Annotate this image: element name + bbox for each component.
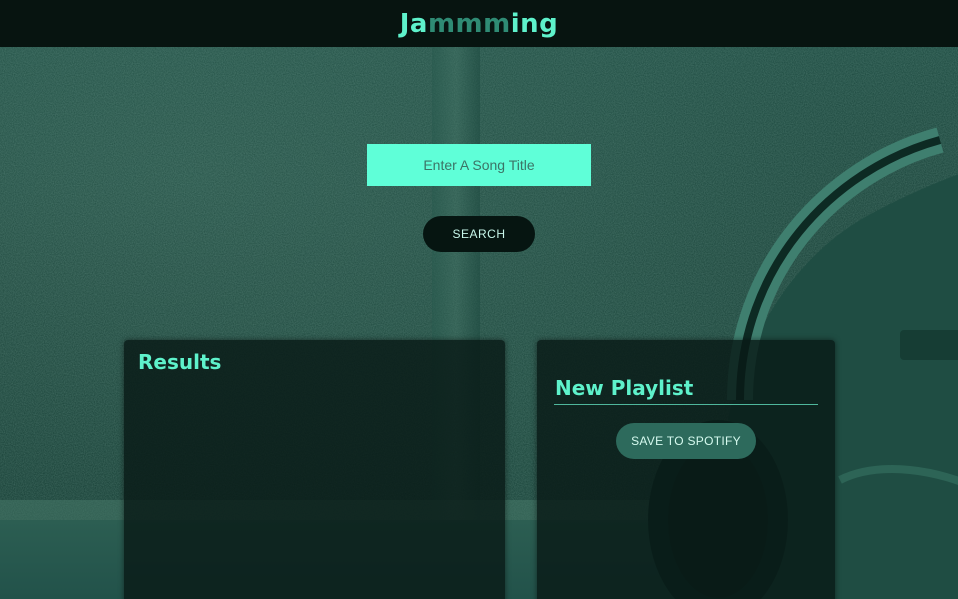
app-window: Jammming SEARCH Results New Playlist SAV… (0, 0, 958, 599)
search-button[interactable]: SEARCH (423, 216, 535, 252)
save-to-spotify-button[interactable]: SAVE TO SPOTIFY (616, 423, 756, 459)
logo-part-mid: mmm (427, 8, 511, 39)
logo-part-start: Ja (399, 8, 428, 39)
playlist-panel: New Playlist SAVE TO SPOTIFY (537, 340, 835, 599)
results-panel: Results (124, 340, 505, 599)
app-logo: Jammming (400, 9, 559, 39)
results-title: Results (138, 350, 222, 374)
logo-part-end: ing (510, 8, 559, 39)
app-header: Jammming (0, 0, 958, 47)
playlist-name-field[interactable]: New Playlist (555, 376, 693, 400)
song-search-input[interactable] (367, 144, 591, 186)
playlist-title-divider (554, 404, 818, 405)
